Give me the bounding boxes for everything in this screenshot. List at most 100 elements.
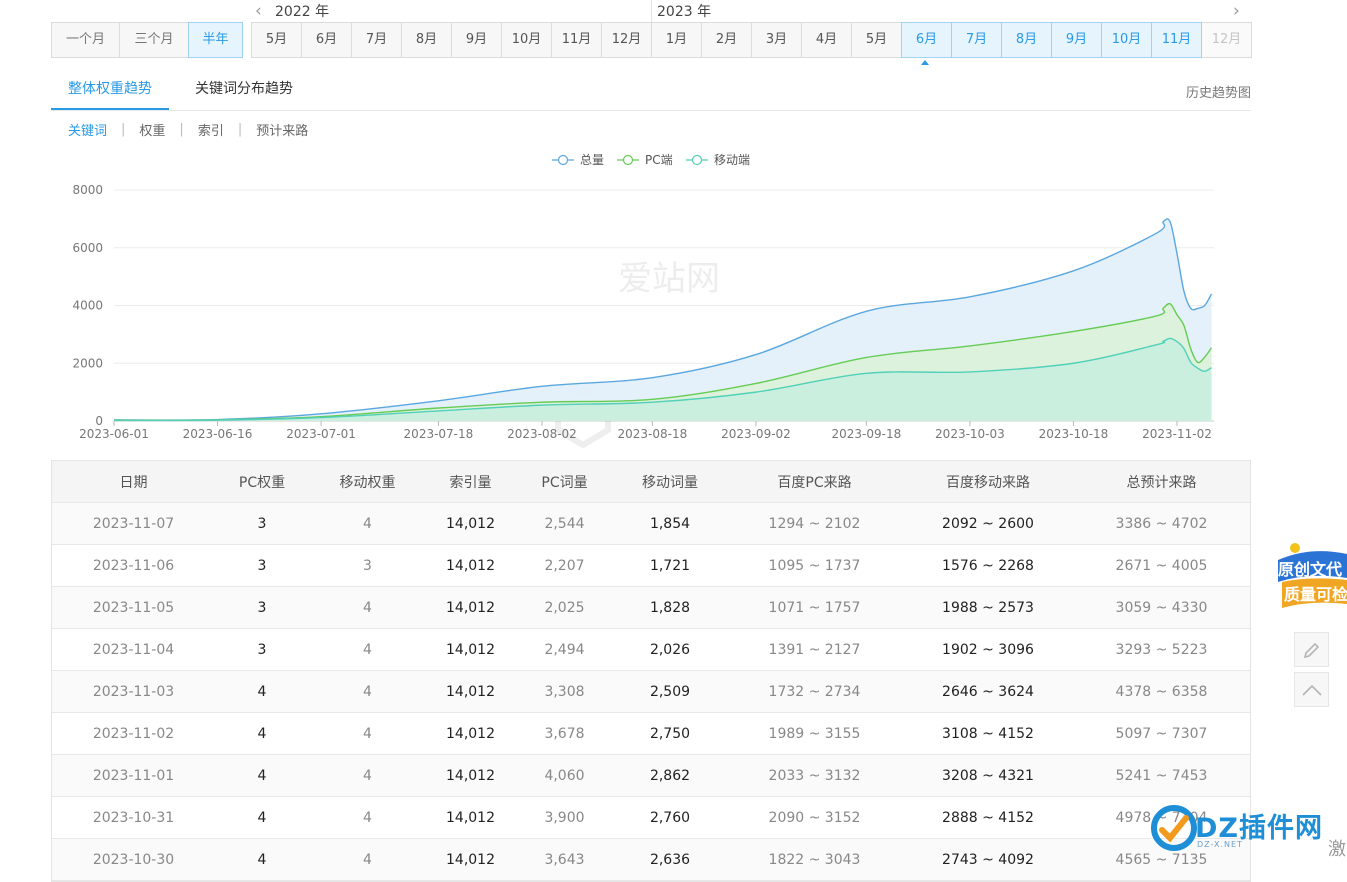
table-cell: 2023-10-30 xyxy=(52,852,215,868)
subnav-separator: | xyxy=(238,122,242,137)
chevron-up-icon xyxy=(1301,683,1323,697)
table-cell: 2646 ~ 3624 xyxy=(903,684,1073,700)
chevron-right-icon[interactable]: › xyxy=(1233,1,1240,21)
table-body: 2023-11-073414,0122,5441,8541294 ~ 21022… xyxy=(52,503,1250,881)
legend-item[interactable]: 移动端 xyxy=(686,153,750,167)
tab-keyword-distribution[interactable]: 关键词分布趋势 xyxy=(195,70,293,108)
table-cell: 4 xyxy=(215,684,309,700)
table-cell: 2090 ~ 3152 xyxy=(726,810,903,826)
selected-month-pointer xyxy=(921,60,929,65)
table-cell: 4 xyxy=(309,768,426,784)
month-item[interactable]: 9月 xyxy=(451,22,502,58)
month-item[interactable]: 7月 xyxy=(351,22,402,58)
table-row: 2023-11-024414,0123,6782,7501989 ~ 31553… xyxy=(52,713,1250,755)
table-cell: 2,862 xyxy=(614,768,726,784)
legend-item[interactable]: PC端 xyxy=(617,153,673,167)
month-item[interactable]: 3月 xyxy=(751,22,802,58)
month-item[interactable]: 6月 xyxy=(301,22,352,58)
table-cell: 3,643 xyxy=(515,852,614,868)
table-cell: 4 xyxy=(215,726,309,742)
pencil-icon xyxy=(1302,640,1322,660)
table-row: 2023-10-304414,0123,6432,6361822 ~ 30432… xyxy=(52,839,1250,881)
legend-swatch-marker xyxy=(624,156,633,165)
month-item[interactable]: 11月 xyxy=(551,22,602,58)
month-timeline: ‹ 2022 年 2023 年 › 5月6月7月8月9月10月11月12月1月2… xyxy=(251,0,1251,60)
back-to-top-button[interactable] xyxy=(1294,672,1329,707)
legend-swatch-marker xyxy=(693,156,702,165)
month-item[interactable]: 6月 xyxy=(901,22,952,58)
legend-label: PC端 xyxy=(645,153,673,167)
table-header-cell: 移动词量 xyxy=(614,472,726,492)
table-cell: 1,721 xyxy=(614,558,726,574)
chart-legend: 总量 PC端移动端 xyxy=(552,153,750,167)
month-item[interactable]: 5月 xyxy=(851,22,902,58)
month-item[interactable]: 4月 xyxy=(801,22,852,58)
table-cell: 2023-10-31 xyxy=(52,810,215,826)
subnav-weight[interactable]: 权重 xyxy=(139,120,165,139)
range-half-year-button[interactable]: 半年 xyxy=(188,22,243,58)
tab-overall-weight[interactable]: 整体权重趋势 xyxy=(51,70,169,110)
table-cell: 3,308 xyxy=(515,684,614,700)
subnav-keywords[interactable]: 关键词 xyxy=(68,120,107,139)
table-cell: 2023-11-02 xyxy=(52,726,215,742)
table-cell: 4 xyxy=(309,684,426,700)
month-item[interactable]: 11月 xyxy=(1151,22,1202,58)
month-item[interactable]: 10月 xyxy=(501,22,552,58)
chevron-left-icon[interactable]: ‹ xyxy=(255,1,262,21)
x-tick-label: 2023-06-01 xyxy=(79,427,149,441)
badge-text-line2: 质量可检 xyxy=(1284,585,1347,604)
month-item[interactable]: 7月 xyxy=(951,22,1002,58)
range-one-month-button[interactable]: 一个月 xyxy=(51,22,120,58)
table-cell: 14,012 xyxy=(426,852,515,868)
table-header-row: 日期PC权重移动权重索引量PC词量移动词量百度PC来路百度移动来路总预计来路 xyxy=(52,461,1250,503)
table-cell: 2,025 xyxy=(515,600,614,616)
edit-button[interactable] xyxy=(1294,632,1329,667)
y-tick-label: 0 xyxy=(95,414,103,428)
month-item[interactable]: 9月 xyxy=(1051,22,1102,58)
table-cell: 4 xyxy=(309,726,426,742)
table-cell: 2,750 xyxy=(614,726,726,742)
table-cell: 5097 ~ 7307 xyxy=(1073,726,1250,742)
table-cell: 2,026 xyxy=(614,642,726,658)
legend-item[interactable]: 总量 xyxy=(552,153,604,167)
subnav-index[interactable]: 索引 xyxy=(198,120,224,139)
year-divider xyxy=(651,0,652,22)
range-three-months-button[interactable]: 三个月 xyxy=(119,22,189,58)
watermark-text: 爱站网 xyxy=(618,259,720,299)
table-cell: 2023-11-04 xyxy=(52,642,215,658)
table-cell: 2023-11-05 xyxy=(52,600,215,616)
table-row: 2023-11-043414,0122,4942,0261391 ~ 21271… xyxy=(52,629,1250,671)
table-cell: 1,854 xyxy=(614,516,726,532)
y-tick-label: 8000 xyxy=(72,183,103,197)
table-cell: 2,544 xyxy=(515,516,614,532)
month-item[interactable]: 5月 xyxy=(251,22,302,58)
table-cell: 3108 ~ 4152 xyxy=(903,726,1073,742)
badge-dot xyxy=(1290,543,1300,553)
table-cell: 1989 ~ 3155 xyxy=(726,726,903,742)
table-cell: 3059 ~ 4330 xyxy=(1073,600,1250,616)
table-cell: 3293 ~ 5223 xyxy=(1073,642,1250,658)
table-cell: 2023-11-07 xyxy=(52,516,215,532)
month-item[interactable]: 8月 xyxy=(401,22,452,58)
original-doc-badge[interactable]: 原创文代 质量可检 xyxy=(1274,542,1347,622)
month-item[interactable]: 1月 xyxy=(651,22,702,58)
month-item: 12月 xyxy=(1201,22,1252,58)
month-item[interactable]: 10月 xyxy=(1101,22,1152,58)
history-chart-link[interactable]: 历史趋势图 xyxy=(1186,82,1251,101)
table-cell: 3,678 xyxy=(515,726,614,742)
y-tick-label: 2000 xyxy=(72,356,103,370)
table-cell: 1988 ~ 2573 xyxy=(903,600,1073,616)
table-cell: 2,760 xyxy=(614,810,726,826)
table-cell: 2023-11-03 xyxy=(52,684,215,700)
month-item[interactable]: 12月 xyxy=(601,22,652,58)
table-cell: 3 xyxy=(309,558,426,574)
table-cell: 3 xyxy=(215,642,309,658)
subnav-estimated-traffic[interactable]: 预计来路 xyxy=(256,120,308,139)
legend-label: 总量 xyxy=(580,153,604,167)
table-cell: 2,509 xyxy=(614,684,726,700)
dz-logo-subtext: DZ-X.NET xyxy=(1197,840,1243,849)
metric-subnav: 关键词 | 权重 | 索引 | 预计来路 xyxy=(68,120,308,139)
month-item[interactable]: 8月 xyxy=(1001,22,1052,58)
month-item[interactable]: 2月 xyxy=(701,22,752,58)
table-row: 2023-10-314414,0123,9002,7602090 ~ 31522… xyxy=(52,797,1250,839)
